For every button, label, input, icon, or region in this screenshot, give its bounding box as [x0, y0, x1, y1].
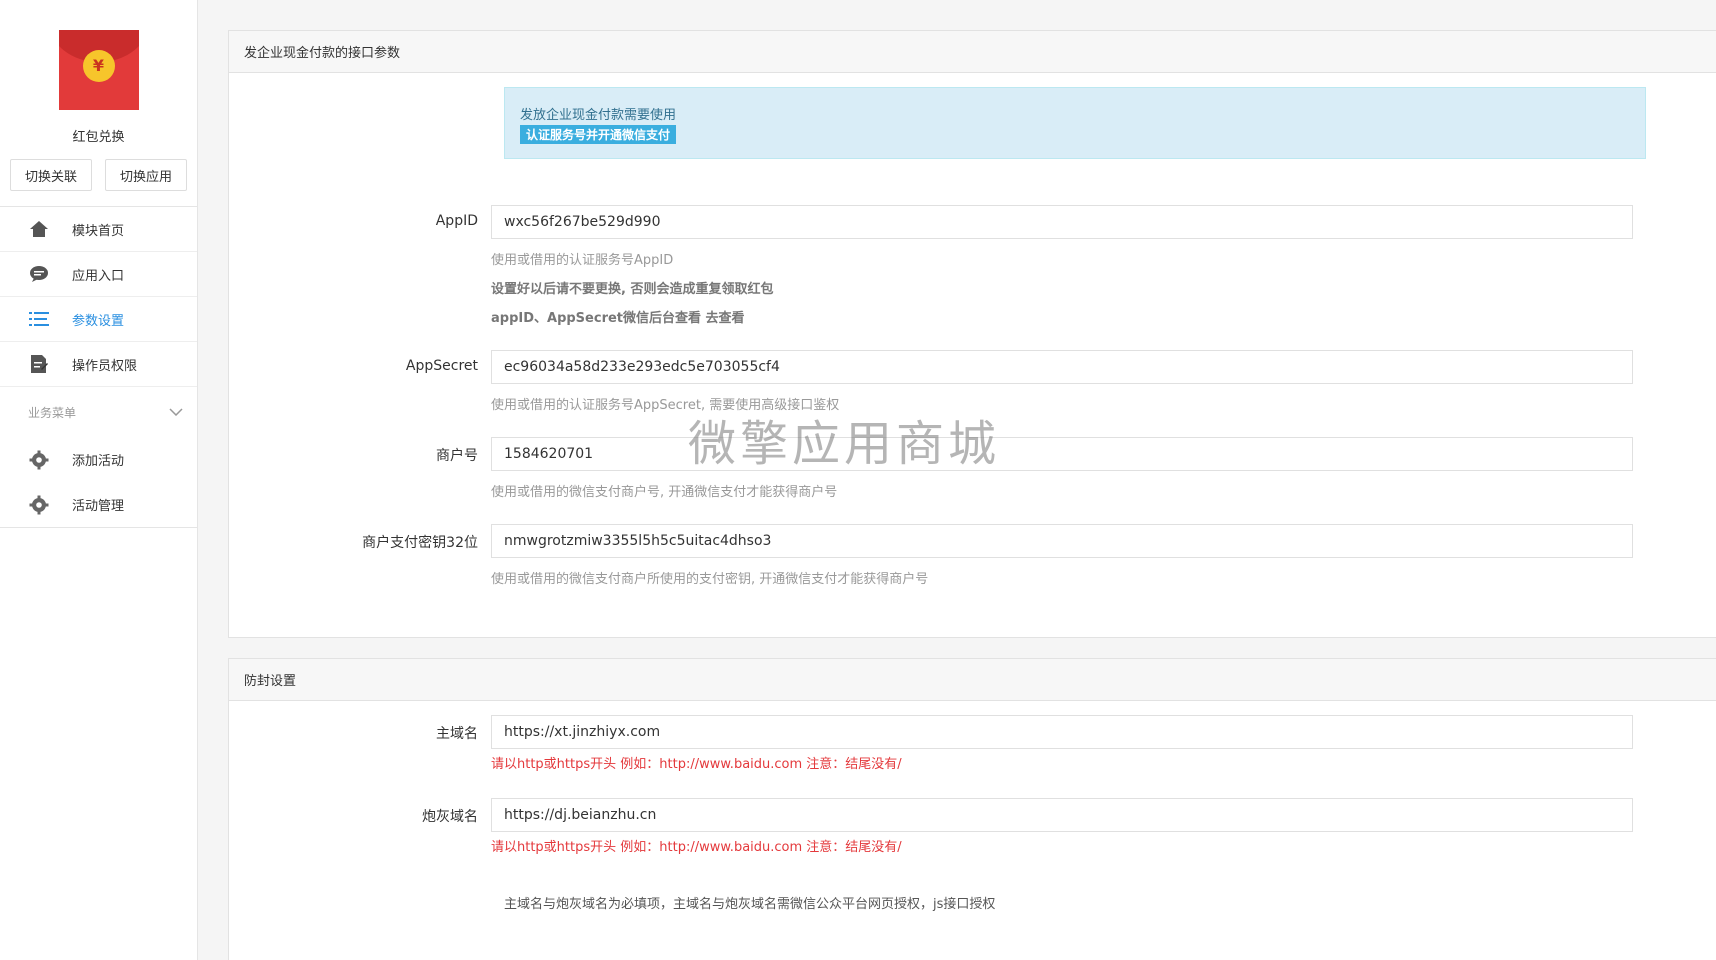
menu-item-settings[interactable]: 参数设置 — [0, 297, 197, 342]
field-row-pay-key: 商户支付密钥32位 使用或借用的微信支付商户所使用的支付密钥, 开通微信支付才能… — [229, 524, 1716, 587]
alert-text: 发放企业现金付款需要使用 — [520, 108, 677, 123]
yuan-coin-icon: ¥ — [82, 50, 115, 82]
main-content: 发企业现金付款的接口参数 发放企业现金付款需要使用 认证服务号并开通微信支付 A… — [228, 30, 1716, 960]
field-label: 商户号 — [436, 448, 478, 464]
menu-item-entry[interactable]: 应用入口 — [0, 252, 197, 297]
panel-body: 主域名 请以http或https开头 例如：http://www.baidu.c… — [229, 701, 1716, 960]
menu-item-add-activity[interactable]: 添加活动 — [0, 437, 197, 482]
field-label: AppSecret — [405, 358, 478, 374]
appsecret-input[interactable] — [491, 350, 1633, 384]
document-icon — [28, 353, 50, 375]
menu-item-label: 活动管理 — [72, 499, 125, 514]
menu-item-label: 操作员权限 — [72, 358, 138, 374]
field-label: 商户支付密钥32位 — [362, 535, 478, 551]
gear-icon — [28, 449, 50, 471]
switch-association-button[interactable]: 切换关联 — [10, 159, 92, 191]
field-label: 炮灰域名 — [422, 809, 478, 825]
field-label: 主域名 — [436, 726, 478, 742]
divider — [0, 527, 197, 528]
help-text: 使用或借用的微信支付商户号, 开通微信支付才能获得商户号 — [491, 485, 838, 500]
menu-item-manage-activity[interactable]: 活动管理 — [0, 482, 197, 527]
field-row-appid: AppID 使用或借用的认证服务号AppID 设置好以后请不要更换, 否则会造成… — [229, 205, 1716, 326]
app-name: 红包兑换 — [72, 130, 125, 145]
domain-hint: 请以http或https开头 例如：http://www.baidu.com 注… — [491, 840, 902, 855]
appid-input[interactable] — [491, 205, 1633, 239]
menu-item-label: 添加活动 — [72, 454, 125, 469]
field-row-merchant-id: 商户号 使用或借用的微信支付商户号, 开通微信支付才能获得商户号 — [229, 437, 1716, 500]
menu-item-label: 应用入口 — [72, 268, 125, 284]
gear-icon — [28, 494, 50, 516]
chevron-down-icon — [169, 405, 183, 419]
red-envelope-logo: ¥ — [58, 30, 139, 110]
switch-app-button[interactable]: 切换应用 — [105, 159, 187, 191]
domain-hint: 请以http或https开头 例如：http://www.baidu.com 注… — [491, 757, 902, 772]
main-menu: 模块首页 应用入口 参数设置 操作员权限 — [0, 207, 197, 387]
help-text: 使用或借用的认证服务号AppSecret, 需要使用高级接口鉴权 — [491, 398, 840, 413]
business-menu-toggle[interactable]: 业务菜单 — [0, 387, 197, 437]
menu-item-label: 模块首页 — [72, 223, 125, 239]
group-title: 业务菜单 — [28, 405, 77, 420]
list-icon — [28, 308, 50, 330]
panel-title: 防封设置 — [229, 659, 1716, 701]
help-text-lookup: appID、AppSecret微信后台查看 去查看 — [491, 311, 745, 326]
domain-note: 主域名与炮灰域名为必填项，主域名与炮灰域名需微信公众平台网页授权，js接口授权 — [504, 897, 996, 912]
field-row-main-domain: 主域名 请以http或https开头 例如：http://www.baidu.c… — [229, 715, 1716, 772]
menu-item-permissions[interactable]: 操作员权限 — [0, 342, 197, 387]
anti-block-panel: 防封设置 主域名 请以http或https开头 例如：http://www.ba… — [228, 658, 1716, 960]
pay-key-input[interactable] — [491, 524, 1633, 558]
help-text: 使用或借用的微信支付商户所使用的支付密钥, 开通微信支付才能获得商户号 — [491, 572, 929, 587]
help-text: 使用或借用的认证服务号AppID — [491, 253, 674, 268]
switch-row: 切换关联 切换应用 — [0, 159, 197, 191]
menu-item-home[interactable]: 模块首页 — [0, 207, 197, 252]
field-row-backup-domain: 炮灰域名 请以http或https开头 例如：http://www.baidu.… — [229, 798, 1716, 855]
payment-params-panel: 发企业现金付款的接口参数 发放企业现金付款需要使用 认证服务号并开通微信支付 A… — [228, 30, 1716, 638]
menu-item-label: 参数设置 — [72, 313, 125, 329]
main-domain-input[interactable] — [491, 715, 1633, 749]
chat-icon — [28, 263, 50, 285]
app-header: ¥ 红包兑换 — [0, 0, 197, 145]
field-label: AppID — [435, 213, 478, 229]
help-text-warning: 设置好以后请不要更换, 否则会造成重复领取红包 — [491, 282, 774, 297]
merchant-id-input[interactable] — [491, 437, 1633, 471]
home-icon — [28, 218, 50, 240]
backup-domain-input[interactable] — [491, 798, 1633, 832]
business-menu: 添加活动 活动管理 — [0, 437, 197, 527]
panel-body: 发放企业现金付款需要使用 认证服务号并开通微信支付 AppID 使用或借用的认证… — [229, 73, 1716, 637]
field-row-appsecret: AppSecret 使用或借用的认证服务号AppSecret, 需要使用高级接口… — [229, 350, 1716, 413]
alert-tag: 认证服务号并开通微信支付 — [520, 125, 677, 144]
info-alert: 发放企业现金付款需要使用 认证服务号并开通微信支付 — [504, 87, 1646, 159]
panel-title: 发企业现金付款的接口参数 — [229, 31, 1716, 73]
sidebar: ¥ 红包兑换 切换关联 切换应用 模块首页 应用入口 参数设置 操作员权限 业务… — [0, 0, 198, 960]
